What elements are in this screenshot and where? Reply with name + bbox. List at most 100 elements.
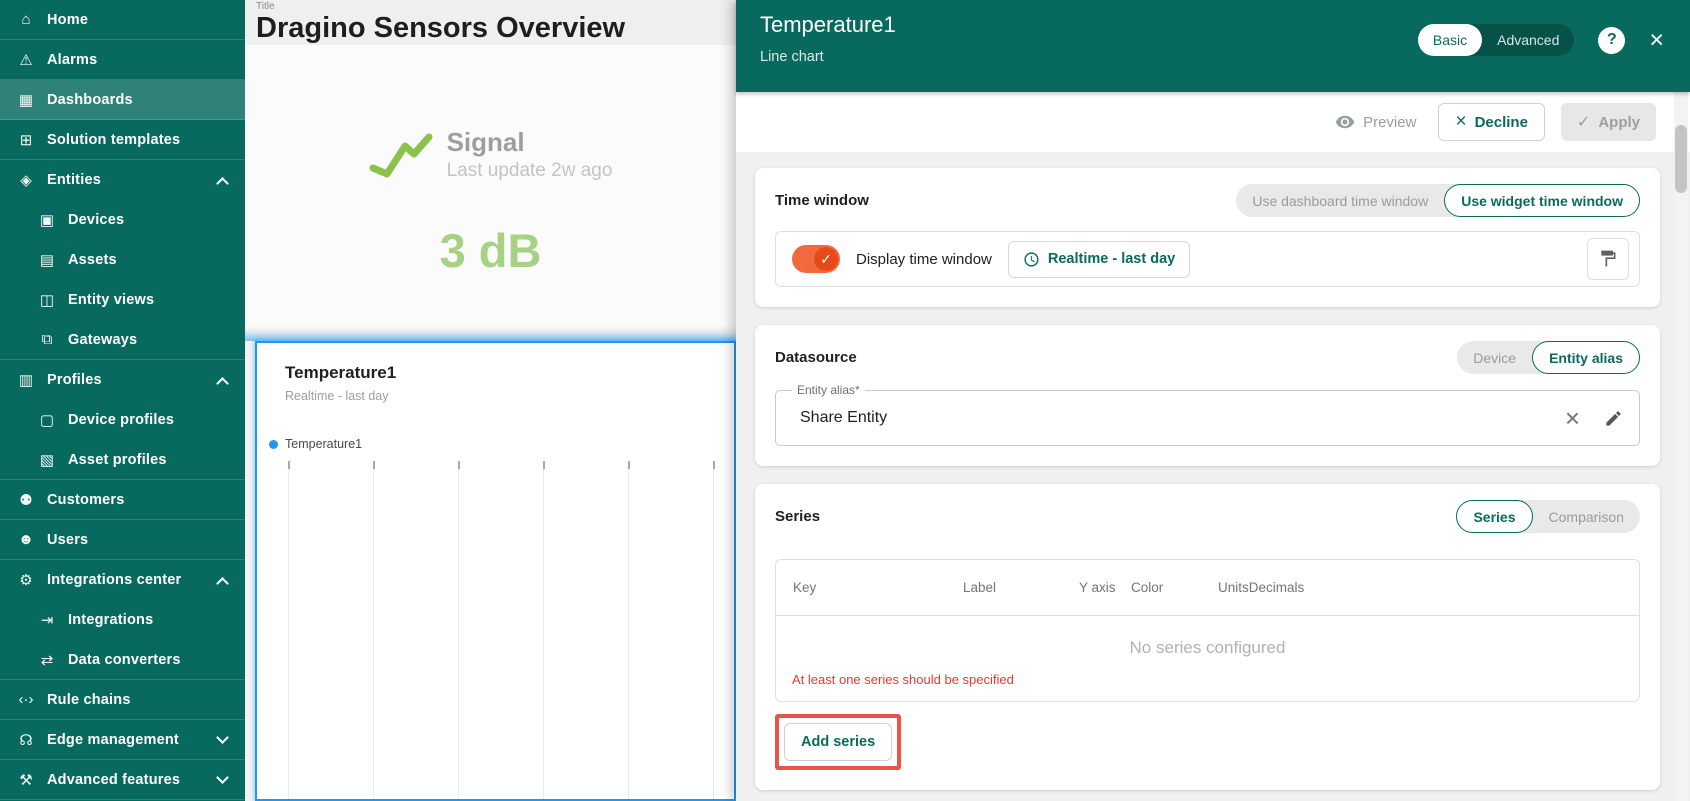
sidebar-item-data-converters[interactable]: ⇄ Data converters — [0, 640, 245, 680]
close-icon[interactable]: × — [1649, 27, 1664, 53]
datasource-entity-alias-pill[interactable]: Entity alias — [1532, 341, 1640, 374]
dashboards-icon: ▦ — [18, 91, 34, 109]
dashboard-title-input[interactable]: Dragino Sensors Overview — [256, 12, 692, 44]
signal-widget-subtitle: Last update 2w ago — [446, 160, 613, 181]
entity-views-icon: ◫ — [39, 292, 55, 309]
decline-x-icon: × — [1455, 111, 1467, 132]
sidebar-item-edge-management[interactable]: ☊ Edge management — [0, 720, 245, 760]
alarms-icon: ⚠ — [19, 51, 33, 69]
signal-value: 3 dB — [439, 224, 542, 277]
decline-button[interactable]: × Decline — [1438, 103, 1545, 141]
sidebar-item-advanced-features[interactable]: ⚒ Advanced features — [0, 760, 245, 800]
series-heading: Series — [775, 508, 821, 525]
sidebar-item-alarms[interactable]: ⚠ Alarms — [0, 40, 245, 80]
sidebar-item-gateways[interactable]: ⧉ Gateways — [0, 320, 245, 360]
series-column-header: Decimals — [1248, 580, 1305, 595]
time-window-card: Time window Use dashboard time window Us… — [755, 168, 1660, 307]
signal-trend-icon — [369, 133, 433, 177]
datasource-type-toggle: Device Entity alias — [1457, 341, 1640, 374]
signal-widget-title: Signal — [446, 127, 525, 157]
gateways-icon: ⧉ — [41, 331, 53, 348]
preview-button[interactable]: Preview — [1335, 112, 1416, 132]
use-dashboard-time-window-pill[interactable]: Use dashboard time window — [1236, 184, 1444, 217]
chevron-icon — [216, 177, 229, 190]
sidebar: ⌂ Home ⚠ Alarms ▦ Dashboards ⊞ Solution … — [0, 0, 245, 801]
series-table-header: Key Label Y axis Color Units Decimals — [776, 560, 1639, 616]
devices-icon: ▣ — [39, 212, 55, 229]
device-profiles-icon: ▢ — [39, 412, 55, 429]
advanced-features-icon: ⚒ — [19, 771, 33, 789]
app-root: ⌂ Home ⚠ Alarms ▦ Dashboards ⊞ Solution … — [0, 0, 1690, 801]
temperature-widget-subtitle: Realtime - last day — [285, 389, 389, 403]
entities-icon: ◈ — [20, 172, 32, 189]
realtime-window-button[interactable]: Realtime - last day — [1007, 240, 1191, 278]
use-widget-time-window-pill[interactable]: Use widget time window — [1444, 184, 1640, 217]
legend-dot-icon — [269, 439, 278, 449]
display-time-window-row: ✓ Display time window Realtime - last da… — [775, 231, 1640, 287]
chart-legend[interactable]: Temperature1 — [269, 437, 734, 451]
signal-widget[interactable]: Signal Last update 2w ago 3 dB — [245, 45, 736, 332]
dashboard-area: Title Dragino Sensors Overview Signal La… — [245, 0, 736, 801]
scrollbar-thumb[interactable] — [1675, 125, 1687, 193]
display-time-window-label: Display time window — [856, 250, 992, 268]
temperature-widget-title: Temperature1 — [285, 363, 397, 382]
apply-check-icon: ✓ — [1576, 114, 1591, 131]
dashboard-title-label: Title — [256, 1, 275, 12]
datasource-device-pill[interactable]: Device — [1457, 341, 1532, 374]
help-icon[interactable]: ? — [1598, 26, 1626, 54]
series-pill[interactable]: Series — [1456, 500, 1533, 533]
series-column-header: Label — [963, 580, 997, 595]
profiles-icon: ▥ — [18, 372, 34, 389]
datasource-card: Datasource Device Entity alias Entity al… — [755, 325, 1660, 466]
temperature-widget[interactable]: Temperature1 Realtime - last day Tempera… — [255, 341, 736, 801]
integrations-center-icon: ⚙ — [19, 572, 33, 589]
chevron-icon — [216, 731, 229, 744]
apply-button[interactable]: ✓ Apply — [1560, 103, 1656, 141]
clear-icon[interactable]: × — [1565, 405, 1580, 431]
entity-alias-field-value: Share Entity — [800, 409, 888, 426]
add-series-button[interactable]: Add series — [784, 723, 893, 761]
sidebar-item-customers[interactable]: ⚉ Customers — [0, 480, 245, 520]
series-column-header: Key — [793, 580, 817, 595]
series-table: Key Label Y axis Color Units Decimals No seri… — [775, 559, 1640, 702]
series-error-text: At least one series should be specified — [792, 672, 1014, 687]
display-time-window-toggle[interactable]: ✓ — [792, 245, 840, 273]
users-icon: ☻ — [18, 531, 34, 548]
paint-roller-icon — [1601, 250, 1616, 267]
rule-chains-icon: ‹·› — [18, 691, 34, 708]
clock-icon — [1024, 251, 1039, 267]
asset-profiles-icon: ▧ — [39, 451, 55, 469]
sidebar-item-profiles[interactable]: ▥ Profiles — [0, 360, 245, 400]
series-comparison-toggle: Series Comparison — [1456, 500, 1640, 533]
panel-header: Temperature1 Line chart Basic Advanced ?… — [736, 0, 1690, 92]
sidebar-item-integrations[interactable]: ⇥ Integrations — [0, 600, 245, 640]
sidebar-item-dashboards[interactable]: ▦ Dashboards — [0, 80, 245, 120]
mode-advanced-button[interactable]: Advanced — [1482, 24, 1574, 56]
add-series-annotation-box: Add series — [775, 714, 902, 770]
edit-pencil-icon[interactable] — [1604, 409, 1623, 428]
sidebar-item-entities[interactable]: ◈ Entities — [0, 160, 245, 200]
sidebar-item-home[interactable]: ⌂ Home — [0, 0, 245, 40]
sidebar-item-device-profiles[interactable]: ▢ Device profiles — [0, 400, 245, 440]
sidebar-item-users[interactable]: ☻ Users — [0, 520, 245, 560]
solution-templates-icon: ⊞ — [19, 131, 33, 149]
assets-icon: ▤ — [39, 252, 55, 269]
entity-alias-field-label: Entity alias* — [792, 383, 865, 397]
sidebar-item-entity-views[interactable]: ◫ Entity views — [0, 280, 245, 320]
sidebar-item-solution-templates[interactable]: ⊞ Solution templates — [0, 120, 245, 160]
sidebar-item-devices[interactable]: ▣ Devices — [0, 200, 245, 240]
sidebar-item-assets[interactable]: ▤ Assets — [0, 240, 245, 280]
sidebar-item-integrations-center[interactable]: ⚙ Integrations center — [0, 560, 245, 600]
comparison-pill[interactable]: Comparison — [1533, 500, 1640, 533]
entity-alias-field[interactable]: Entity alias* Share Entity × — [775, 383, 1640, 446]
chevron-icon — [216, 771, 229, 784]
chevron-icon — [216, 577, 229, 590]
edge-management-icon: ☊ — [19, 731, 33, 749]
sidebar-item-rule-chains[interactable]: ‹·› Rule chains — [0, 680, 245, 720]
integrations-icon: ⇥ — [40, 612, 54, 629]
copy-style-button[interactable] — [1587, 238, 1629, 280]
mode-basic-button[interactable]: Basic — [1417, 24, 1483, 56]
time-window-heading: Time window — [775, 192, 869, 209]
datasource-heading: Datasource — [775, 349, 857, 366]
sidebar-item-asset-profiles[interactable]: ▧ Asset profiles — [0, 440, 245, 480]
